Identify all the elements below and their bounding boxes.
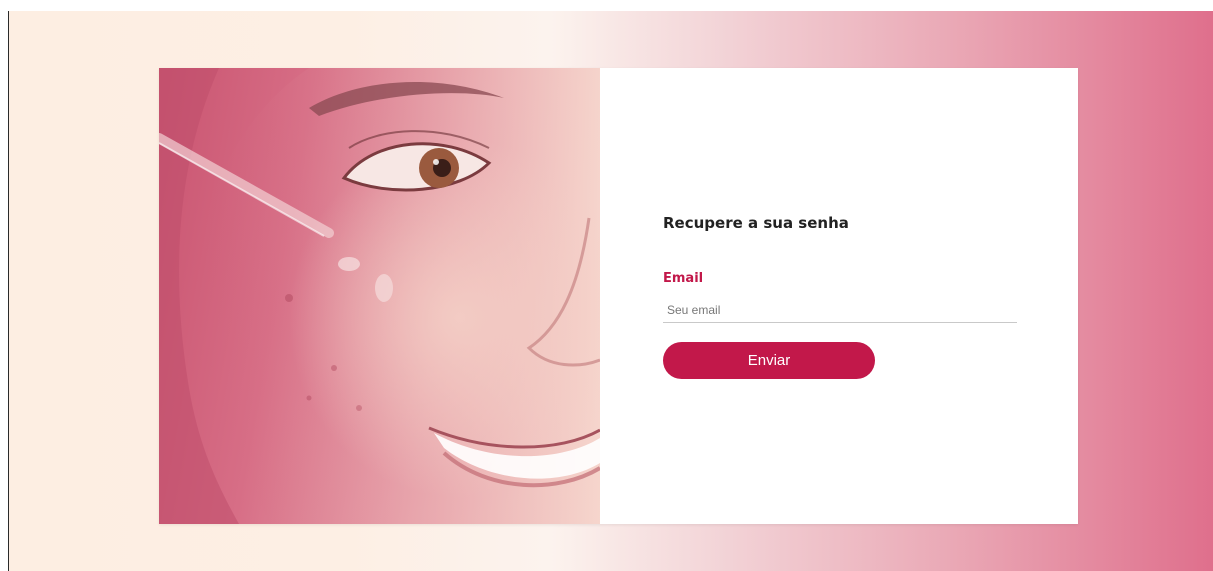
serum-drop [375,274,393,302]
eye-highlight [433,159,439,165]
email-label: Email [663,271,704,286]
password-recovery-card: Recupere a sua senha Email Enviar [159,68,1078,524]
skincare-photo [159,68,600,524]
recovery-form-panel: Recupere a sua senha Email Enviar [600,68,1078,524]
email-input[interactable] [663,297,1017,323]
blemish [285,294,293,302]
form-title: Recupere a sua senha [663,214,849,232]
serum-drop [338,257,360,271]
blemish [356,405,362,411]
blemish [331,365,337,371]
blemish [306,395,312,401]
face-illustration [159,68,600,524]
send-button[interactable]: Enviar [663,342,875,379]
